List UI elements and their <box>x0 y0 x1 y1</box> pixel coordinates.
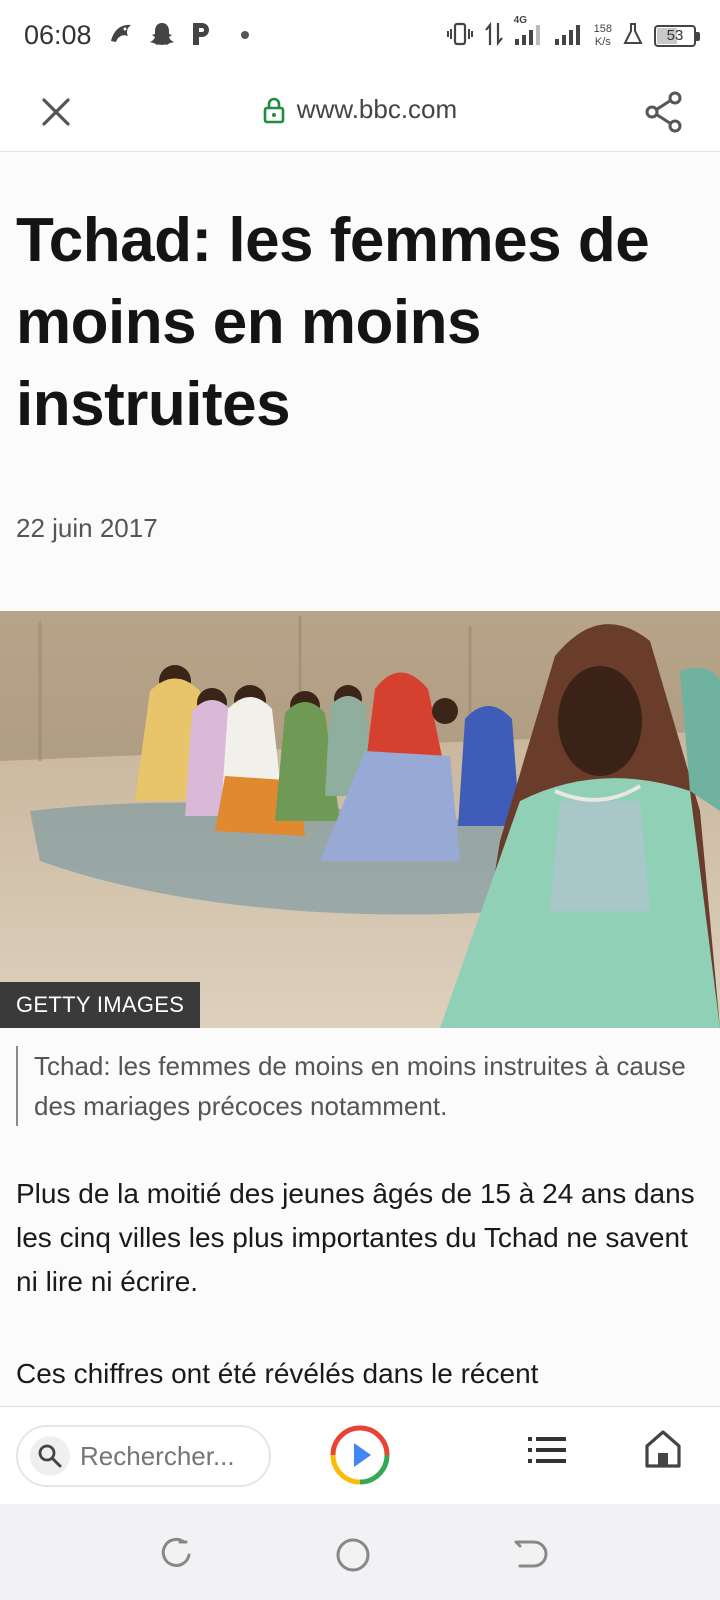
article-hero-image: GETTY IMAGES <box>0 611 720 1028</box>
share-icon <box>645 91 682 133</box>
net-speed: 158 K/s <box>594 23 612 49</box>
search-icon <box>38 1444 62 1468</box>
article-headline: Tchad: les femmes de moins en moins inst… <box>16 206 650 439</box>
vibrate-icon <box>446 22 474 51</box>
search-box[interactable] <box>16 1425 271 1487</box>
p-app-icon <box>190 20 212 53</box>
share-button[interactable] <box>638 86 690 138</box>
home-nav-button[interactable] <box>334 1536 374 1576</box>
snapchat-icon <box>148 20 176 53</box>
status-time: 06:08 <box>24 20 92 50</box>
search-icon-wrapper <box>30 1436 70 1476</box>
status-right-icons: 4G 158 K/s 53 <box>446 15 700 54</box>
play-button[interactable] <box>329 1424 391 1486</box>
url-display[interactable]: www.bbc.com <box>0 94 720 125</box>
article-date: 22 juin 2017 <box>16 513 158 543</box>
status-left-icons <box>108 20 250 52</box>
bird-app-icon <box>108 21 134 52</box>
list-icon <box>528 1437 566 1463</box>
signal-icon: 4G <box>514 15 544 52</box>
image-caption: Tchad: les femmes de moins en moins inst… <box>16 1046 706 1126</box>
data-arrows-icon <box>484 21 504 52</box>
net-speed-unit: K/s <box>594 36 611 48</box>
recent-apps-button[interactable] <box>158 1536 198 1576</box>
signal-icon-2 <box>554 21 584 52</box>
article-paragraph: Ces chiffres ont été révélés dans le réc… <box>16 1358 539 1389</box>
article-paragraph: Plus de la moitié des jeunes âgés de 15 … <box>16 1178 695 1297</box>
system-nav-bar <box>0 1504 720 1600</box>
net-speed-value: 158 <box>593 23 612 35</box>
home-button[interactable] <box>644 1429 686 1475</box>
search-input[interactable] <box>80 1440 250 1472</box>
home-icon <box>645 1430 681 1468</box>
play-icon <box>330 1425 390 1485</box>
image-credit: GETTY IMAGES <box>0 982 201 1028</box>
photo-schoolgirls-illustration <box>0 611 720 1028</box>
dot-icon <box>240 27 250 45</box>
home-circle-icon <box>336 1538 370 1572</box>
url-bar: www.bbc.com <box>0 72 720 152</box>
status-bar: 06:08 4G 158 K/s 53 <box>0 0 720 72</box>
bottom-toolbar <box>0 1406 720 1504</box>
lock-icon <box>263 97 285 123</box>
lab-flask-icon <box>622 22 644 51</box>
network-type-label: 4G <box>513 14 527 26</box>
recent-apps-icon <box>161 1537 191 1567</box>
url-text: www.bbc.com <box>296 94 458 124</box>
battery-level: 53 <box>666 27 684 44</box>
list-button[interactable] <box>528 1435 576 1475</box>
battery-icon: 53 <box>654 25 700 47</box>
back-nav-button[interactable] <box>512 1536 552 1576</box>
back-icon <box>514 1540 548 1568</box>
